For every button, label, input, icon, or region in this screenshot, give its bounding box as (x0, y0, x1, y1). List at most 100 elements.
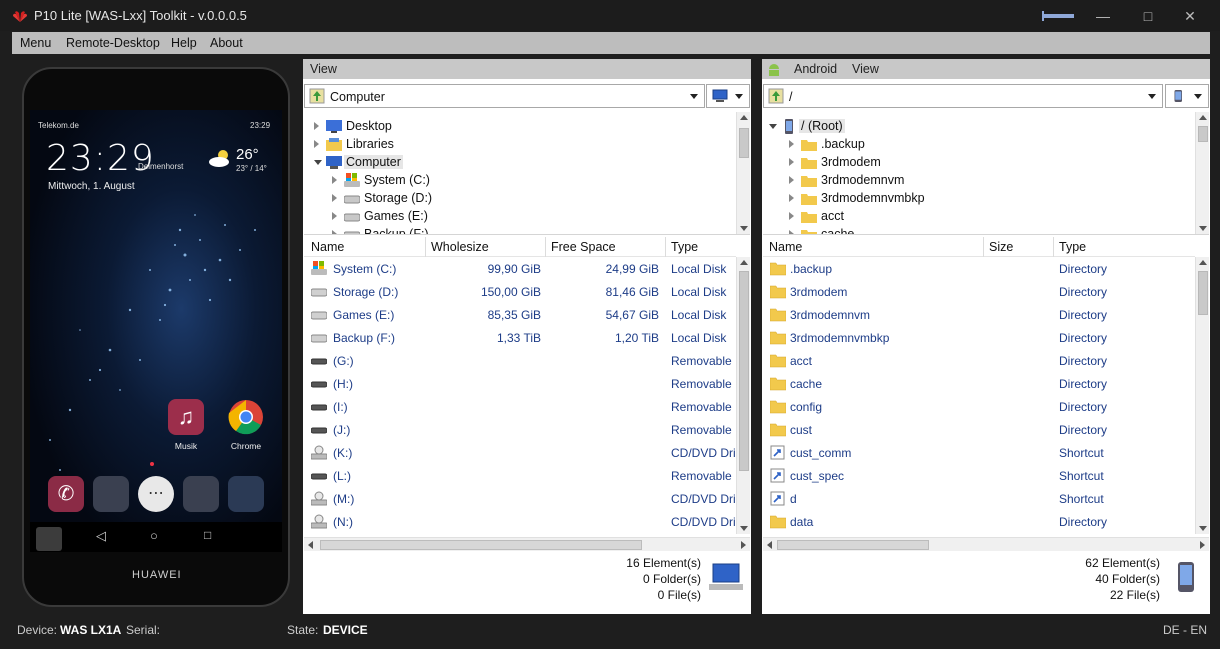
column-divider[interactable] (1053, 237, 1054, 257)
expand-arrow-icon[interactable] (314, 140, 319, 148)
tree-item-3rdmodemnvmbkp[interactable]: 3rdmodemnvmbkp (789, 190, 989, 208)
list-hscrollbar[interactable] (304, 537, 750, 551)
app-drawer-icon[interactable]: ⋯ (138, 476, 174, 512)
app-folder-icon[interactable] (93, 476, 129, 512)
column-type[interactable]: Type (1059, 240, 1086, 254)
table-row[interactable]: Backup (F:) 1,33 TiB 1,20 TiB Local Disk (304, 327, 736, 350)
scroll-right-icon[interactable] (1200, 541, 1205, 549)
table-row[interactable]: 3rdmodemnvm Directory (763, 304, 1195, 327)
keypad-icon[interactable] (36, 527, 62, 551)
tree-item-backup[interactable]: .backup (789, 136, 989, 154)
column-size[interactable]: Size (989, 240, 1013, 254)
menu-item-menu[interactable]: Menu (20, 36, 51, 50)
table-row[interactable]: Storage (D:) 150,00 GiB 81,46 GiB Local Dis… (304, 281, 736, 304)
scroll-down-icon[interactable] (740, 226, 748, 231)
column-wholesize[interactable]: Wholesize (431, 240, 489, 254)
maximize-button[interactable]: □ (1128, 4, 1168, 28)
column-divider[interactable] (425, 237, 426, 257)
table-row[interactable]: (G:) Removable (304, 350, 736, 373)
tree-item-computer[interactable]: Computer (314, 154, 514, 172)
app-folder-2-icon[interactable] (183, 476, 219, 512)
android-view-menu[interactable]: View (852, 62, 879, 76)
scroll-left-icon[interactable] (308, 541, 313, 549)
nav-recents-icon[interactable]: □ (204, 528, 211, 542)
expand-arrow-icon[interactable] (789, 140, 794, 148)
computer-view-menu[interactable]: View (310, 62, 337, 76)
music-app-icon[interactable]: ♫ (168, 399, 204, 435)
expand-arrow-icon[interactable] (789, 176, 794, 184)
scroll-up-icon[interactable] (1199, 260, 1207, 265)
tree-item-system-c[interactable]: System (C:) (332, 172, 532, 190)
scrollbar-thumb[interactable] (1198, 271, 1208, 315)
scroll-up-icon[interactable] (1199, 115, 1207, 120)
scrollbar-thumb[interactable] (739, 271, 749, 471)
expand-arrow-icon[interactable] (789, 212, 794, 220)
scroll-up-icon[interactable] (740, 260, 748, 265)
table-row[interactable]: Games (E:) 85,35 GiB 54,67 GiB Local Disk (304, 304, 736, 327)
table-row[interactable]: cust_spec Shortcut (763, 465, 1195, 488)
scrollbar-thumb[interactable] (777, 540, 929, 550)
tree-item-games-e[interactable]: Games (E:) (332, 208, 532, 226)
tree-item-desktop[interactable]: Desktop (314, 118, 514, 136)
tree-item-root[interactable]: / (Root) (769, 118, 969, 136)
scroll-down-icon[interactable] (1199, 526, 1207, 531)
tree-item-storage-d[interactable]: Storage (D:) (332, 190, 532, 208)
scrollbar-thumb[interactable] (1198, 126, 1208, 142)
list-hscrollbar[interactable] (763, 537, 1209, 551)
table-row[interactable]: (M:) CD/DVD Dri (304, 488, 736, 511)
expand-arrow-icon[interactable] (332, 212, 337, 220)
scroll-right-icon[interactable] (741, 541, 746, 549)
computer-path-combo[interactable]: Computer (304, 84, 705, 108)
menu-item-about[interactable]: About (210, 36, 243, 50)
scroll-up-icon[interactable] (740, 115, 748, 120)
column-divider[interactable] (665, 237, 666, 257)
android-location-combo[interactable] (1165, 84, 1209, 108)
column-divider[interactable] (983, 237, 984, 257)
language-switch[interactable]: DE - EN (1163, 623, 1207, 637)
nav-back-icon[interactable]: ◁ (96, 528, 106, 544)
menu-item-remote-desktop[interactable]: Remote-Desktop (66, 36, 160, 50)
menu-item-help[interactable]: Help (171, 36, 197, 50)
table-row[interactable]: (K:) CD/DVD Dri (304, 442, 736, 465)
scrollbar-thumb[interactable] (739, 128, 749, 158)
expand-arrow-icon[interactable] (332, 176, 337, 184)
list-scrollbar[interactable] (1195, 257, 1209, 534)
nav-home-icon[interactable]: ○ (150, 528, 158, 543)
expand-arrow-icon[interactable] (789, 230, 794, 234)
table-row[interactable]: acct Directory (763, 350, 1195, 373)
tree-scrollbar[interactable] (736, 112, 750, 234)
computer-location-combo[interactable] (706, 84, 750, 108)
table-row[interactable]: (J:) Removable (304, 419, 736, 442)
chevron-down-icon[interactable] (1194, 94, 1202, 99)
column-type[interactable]: Type (671, 240, 698, 254)
phone-dialer-icon[interactable]: ✆ (48, 476, 84, 512)
collapse-arrow-icon[interactable] (314, 160, 322, 165)
column-divider[interactable] (545, 237, 546, 257)
tree-item-3rdmodem[interactable]: 3rdmodem (789, 154, 989, 172)
tree-item-backup-f[interactable]: Backup (F:) (332, 226, 532, 234)
expand-arrow-icon[interactable] (314, 122, 319, 130)
table-row[interactable]: d Shortcut (763, 488, 1195, 511)
scroll-down-icon[interactable] (1199, 226, 1207, 231)
expand-arrow-icon[interactable] (789, 194, 794, 202)
table-row[interactable]: (H:) Removable (304, 373, 736, 396)
android-menu[interactable]: Android (794, 62, 837, 76)
table-row[interactable]: cache Directory (763, 373, 1195, 396)
chevron-down-icon[interactable] (1148, 94, 1156, 99)
chevron-down-icon[interactable] (735, 94, 743, 99)
table-row[interactable]: cust Directory (763, 419, 1195, 442)
android-path-combo[interactable]: / (763, 84, 1163, 108)
expand-arrow-icon[interactable] (332, 194, 337, 202)
tree-scrollbar[interactable] (1195, 112, 1209, 234)
table-row[interactable]: .backup Directory (763, 258, 1195, 281)
table-row[interactable]: config Directory (763, 396, 1195, 419)
tree-item-libraries[interactable]: Libraries (314, 136, 514, 154)
column-name[interactable]: Name (769, 240, 802, 254)
table-row[interactable]: (L:) Removable (304, 465, 736, 488)
table-row[interactable]: data Directory (763, 511, 1195, 534)
table-row[interactable]: (I:) Removable (304, 396, 736, 419)
chrome-app-icon[interactable] (228, 399, 264, 435)
camera-app-icon[interactable] (228, 476, 264, 512)
scroll-left-icon[interactable] (767, 541, 772, 549)
tree-item-3rdmodemnvm[interactable]: 3rdmodemnvm (789, 172, 989, 190)
